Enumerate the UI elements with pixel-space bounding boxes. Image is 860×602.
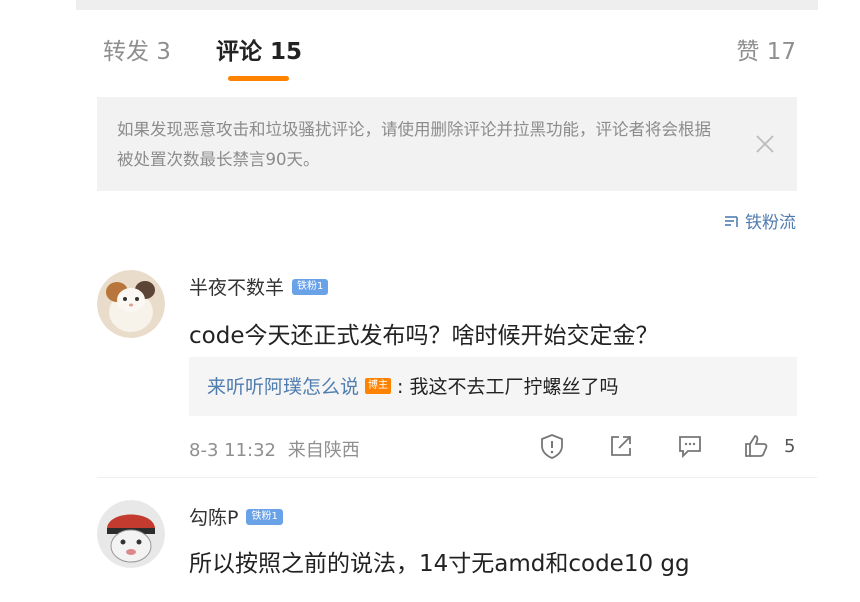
active-tab-indicator [228, 76, 289, 81]
fan-badge: 铁粉1 [246, 508, 283, 525]
comment-icon[interactable] [676, 432, 704, 460]
fan-badge: 铁粉1 [292, 278, 329, 295]
comment-location: 来自陕西 [287, 440, 360, 461]
tab-comments[interactable]: 评论 15 [216, 32, 302, 66]
avatar[interactable] [97, 270, 165, 338]
comment-time: 8-3 11:32 [189, 440, 276, 461]
like-count: 5 [784, 436, 796, 457]
comment-text: 所以按照之前的说法，14寸无amd和code10 gg [189, 551, 690, 577]
blogger-tag: 博主 [365, 377, 392, 394]
comment-text: code今天还正式发布吗？啥时候开始交定金？ [189, 323, 659, 349]
share-icon[interactable] [607, 432, 635, 460]
tab-bar: 转发 3 评论 15 赞 17 [0, 0, 860, 90]
tab-repost[interactable]: 转发 3 [103, 32, 171, 66]
sort-label: 铁粉流 [745, 213, 796, 233]
comment-meta: 8-3 11:32 来自陕西 [189, 436, 360, 462]
avatar[interactable] [97, 500, 165, 568]
close-icon[interactable] [754, 133, 776, 155]
divider [97, 477, 817, 478]
reply-text: : 我这不去工厂拧螺丝了吗 [397, 376, 619, 398]
notice-text: 如果发现恶意攻击和垃圾骚扰评论，请使用删除评论并拉黑功能，评论者将会根据被处置次… [117, 120, 711, 169]
reply-username[interactable]: 来听听阿璞怎么说 [207, 372, 359, 399]
report-icon[interactable] [538, 432, 566, 460]
comment-username[interactable]: 勾陈P 铁粉1 [189, 503, 283, 530]
tab-likes[interactable]: 赞 17 [736, 32, 796, 66]
reply-box[interactable]: 来听听阿璞怎么说 博主 : 我这不去工厂拧螺丝了吗 [189, 357, 797, 416]
notice-banner: 如果发现恶意攻击和垃圾骚扰评论，请使用删除评论并拉黑功能，评论者将会根据被处置次… [97, 97, 797, 191]
sort-icon [725, 215, 738, 227]
like-icon[interactable] [742, 432, 770, 460]
sort-toggle[interactable]: 铁粉流 [723, 208, 796, 233]
comment-username[interactable]: 半夜不数羊 铁粉1 [189, 273, 329, 300]
